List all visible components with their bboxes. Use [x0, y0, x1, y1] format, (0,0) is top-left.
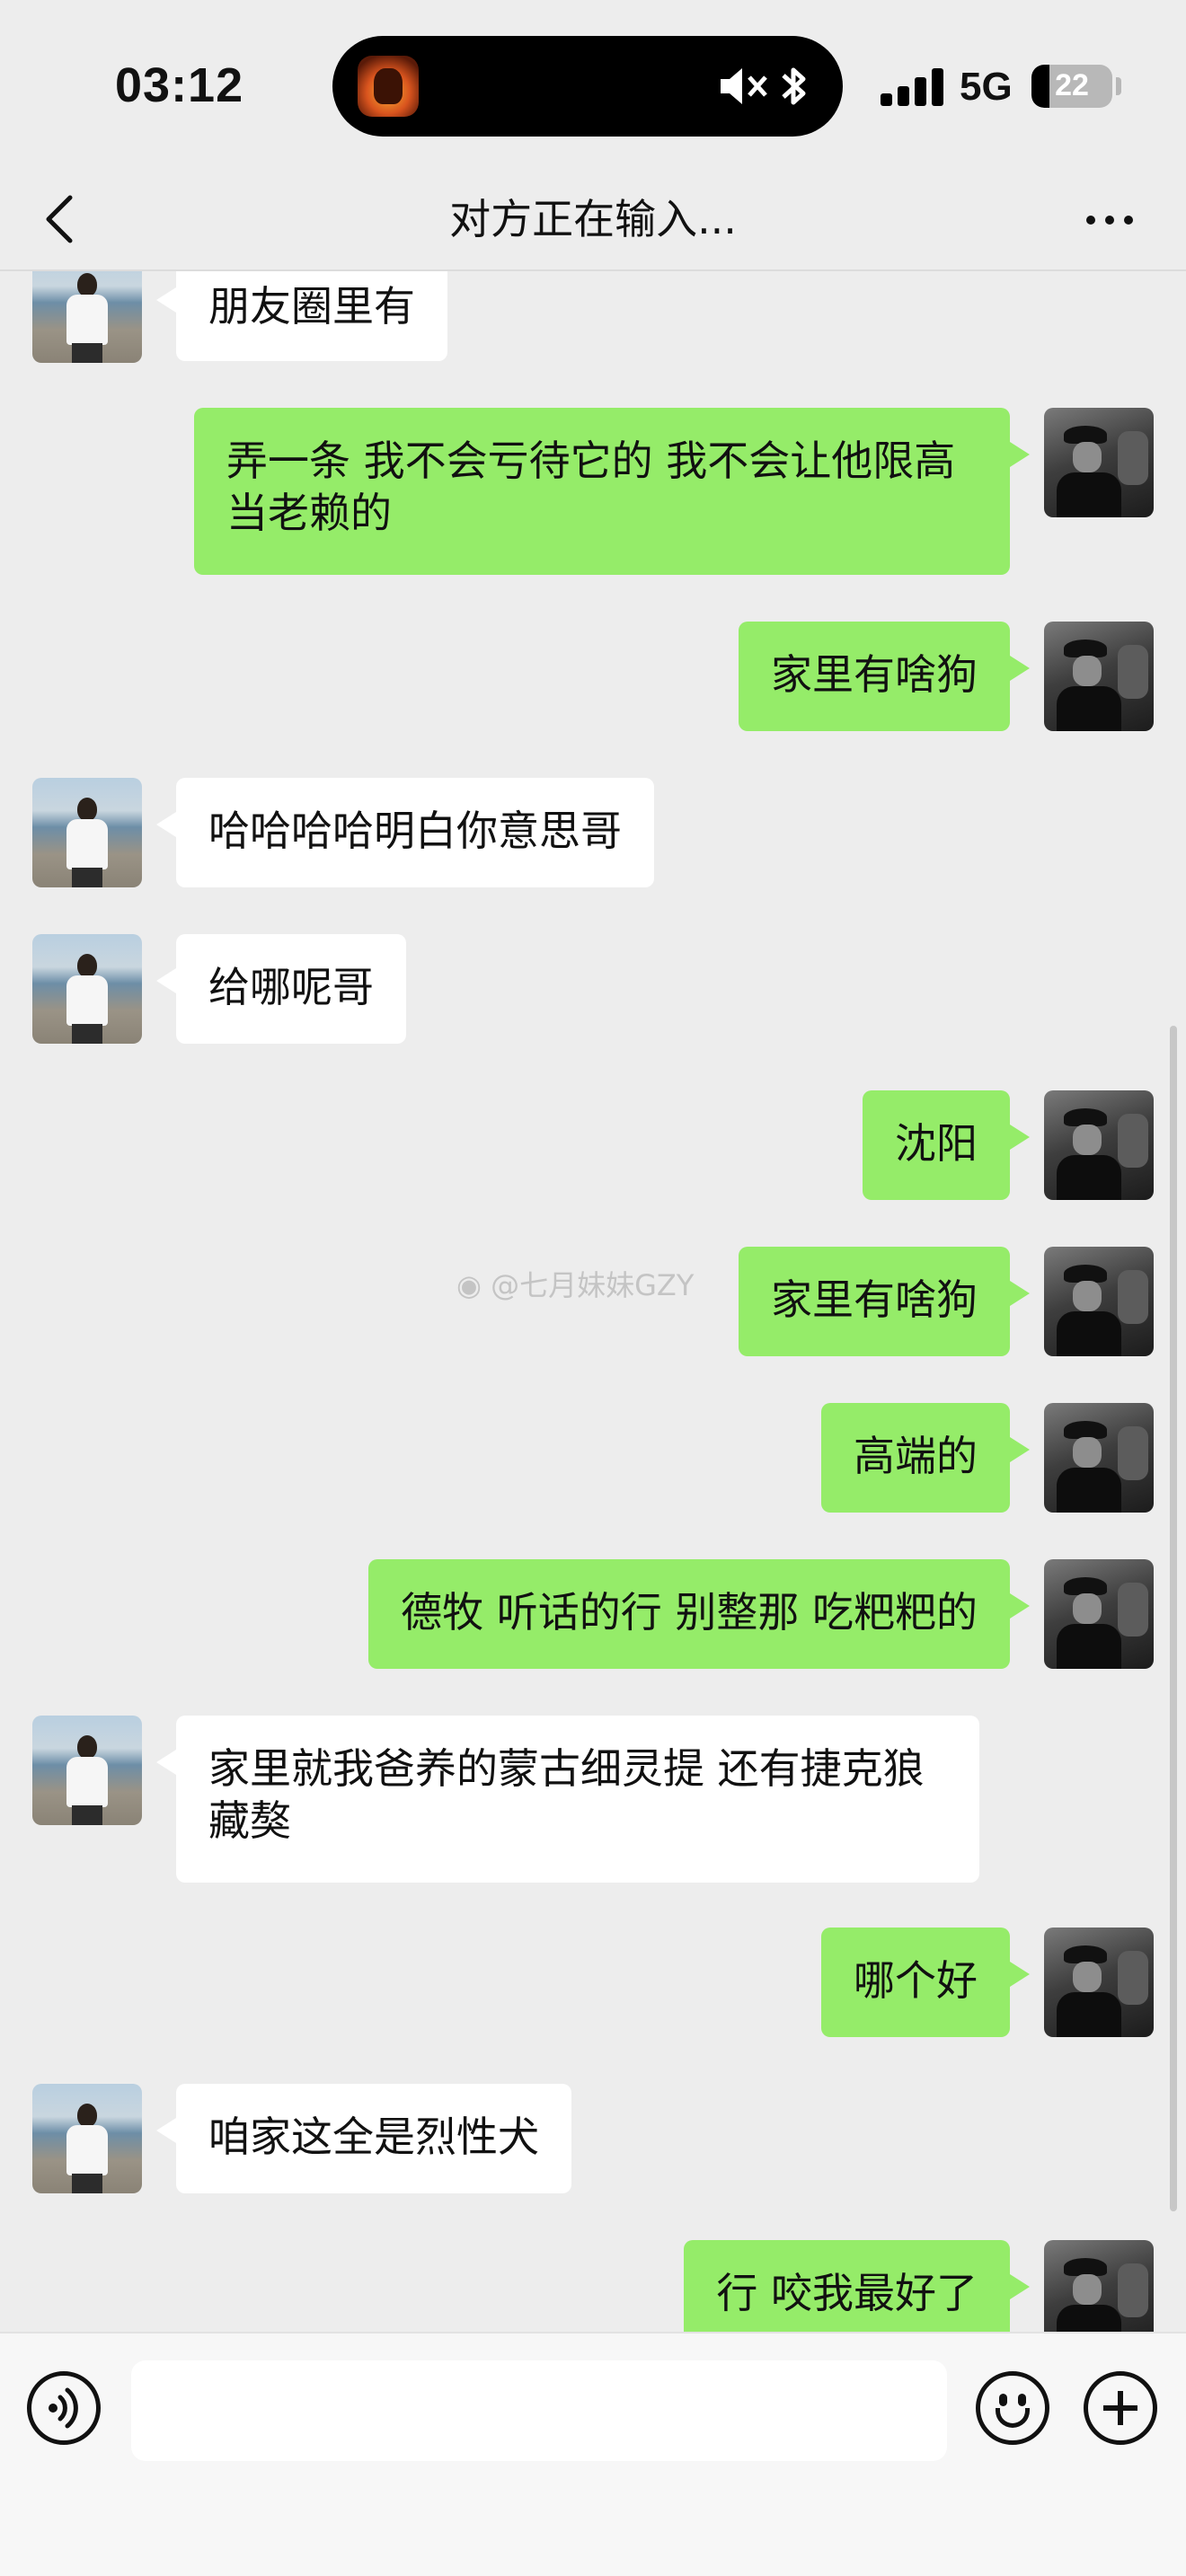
- my-avatar[interactable]: [1044, 622, 1154, 731]
- status-bar: 03:12 5G 22: [0, 0, 1186, 171]
- watermark-text: @七月妹妹GZY: [491, 1268, 695, 1302]
- dynamic-island[interactable]: [332, 36, 843, 137]
- message-text: 弄一条 我不会亏待它的 我不会让他限高 当老赖的: [226, 437, 956, 537]
- my-avatar[interactable]: [1044, 2240, 1154, 2332]
- message-list[interactable]: 朋友圈里有 弄一条 我不会亏待它的 我不会让他限高 当老赖的 家里有啥狗 哈哈哈…: [0, 271, 1186, 2332]
- sent-message-bubble[interactable]: 沈阳: [863, 1090, 1030, 1200]
- contact-avatar[interactable]: [32, 934, 142, 1044]
- my-avatar[interactable]: [1044, 1559, 1154, 1669]
- contact-avatar[interactable]: [32, 1716, 142, 1825]
- now-playing-artwork: [358, 56, 419, 117]
- received-message-bubble[interactable]: 家里就我爸养的蒙古细灵提 还有捷克狼 藏獒: [156, 1716, 979, 1883]
- received-message-bubble[interactable]: 哈哈哈哈明白你意思哥: [156, 778, 654, 887]
- sent-message-bubble[interactable]: 德牧 听话的行 别整那 吃粑粑的: [368, 1559, 1030, 1669]
- ellipsis-icon: [1086, 216, 1095, 225]
- battery-indicator: 22: [1031, 65, 1112, 108]
- island-status-icons: [717, 63, 816, 110]
- input-bar: [0, 2332, 1186, 2576]
- sent-message-bubble[interactable]: 高端的: [821, 1403, 1030, 1513]
- my-avatar[interactable]: [1044, 1247, 1154, 1356]
- sent-message-bubble[interactable]: 家里有啥狗: [739, 1247, 1030, 1356]
- watermark: ◉ @七月妹妹GZY: [456, 1263, 694, 1304]
- message-text: 家里有啥狗: [771, 1275, 978, 1324]
- voice-button[interactable]: [27, 2371, 101, 2445]
- my-avatar[interactable]: [1044, 1928, 1154, 2037]
- message-text: 咱家这全是烈性犬: [208, 2113, 539, 2161]
- message-input[interactable]: [131, 2360, 947, 2461]
- received-message-bubble[interactable]: 咱家这全是烈性犬: [156, 2084, 571, 2193]
- emoji-button[interactable]: [976, 2371, 1049, 2445]
- received-message-bubble[interactable]: 给哪呢哥: [156, 934, 406, 1044]
- network-type: 5G: [960, 65, 1013, 109]
- contact-avatar[interactable]: [32, 778, 142, 887]
- my-avatar[interactable]: [1044, 1090, 1154, 1200]
- status-time: 03:12: [115, 58, 244, 112]
- message-text: 高端的: [854, 1432, 978, 1480]
- message-text: 行 咬我最好了: [716, 2269, 978, 2317]
- battery-tip: [1116, 77, 1121, 95]
- emoji-icon: [999, 2394, 1007, 2406]
- sent-message-bubble[interactable]: 家里有啥狗: [739, 622, 1030, 731]
- my-avatar[interactable]: [1044, 408, 1154, 517]
- sent-message-bubble[interactable]: 行 咬我最好了: [684, 2240, 1030, 2332]
- contact-avatar[interactable]: [32, 2084, 142, 2193]
- message-text: 家里就我爸养的蒙古细灵提 还有捷克狼 藏獒: [208, 1744, 925, 1845]
- message-text: 给哪呢哥: [208, 963, 374, 1011]
- my-avatar[interactable]: [1044, 1403, 1154, 1513]
- cellular-signal-icon: [881, 66, 945, 106]
- bluetooth-icon: [782, 67, 806, 105]
- message-text: 沈阳: [895, 1119, 978, 1168]
- battery-level: 22: [1055, 68, 1089, 102]
- more-actions-button[interactable]: [1084, 2371, 1157, 2445]
- message-text: 家里有啥狗: [771, 650, 978, 699]
- voice-input-icon: [49, 2387, 78, 2429]
- received-message-bubble[interactable]: 朋友圈里有: [156, 271, 447, 361]
- contact-avatar[interactable]: [32, 271, 142, 363]
- sent-message-bubble[interactable]: 弄一条 我不会亏待它的 我不会让他限高 当老赖的: [194, 408, 1030, 575]
- message-text: 哈哈哈哈明白你意思哥: [208, 807, 622, 855]
- message-text: 德牧 听话的行 别整那 吃粑粑的: [401, 1588, 978, 1636]
- chat-title: 对方正在输入...: [449, 195, 737, 243]
- speaker-muted-icon: [721, 68, 767, 104]
- weibo-icon: ◉: [456, 1268, 482, 1302]
- more-button[interactable]: [1074, 183, 1146, 255]
- chat-header: 对方正在输入...: [0, 171, 1186, 269]
- message-text: 朋友圈里有: [208, 282, 415, 331]
- message-text: 哪个好: [854, 1956, 978, 2005]
- sent-message-bubble[interactable]: 哪个好: [821, 1928, 1030, 2037]
- scrollbar[interactable]: [1170, 1026, 1177, 2211]
